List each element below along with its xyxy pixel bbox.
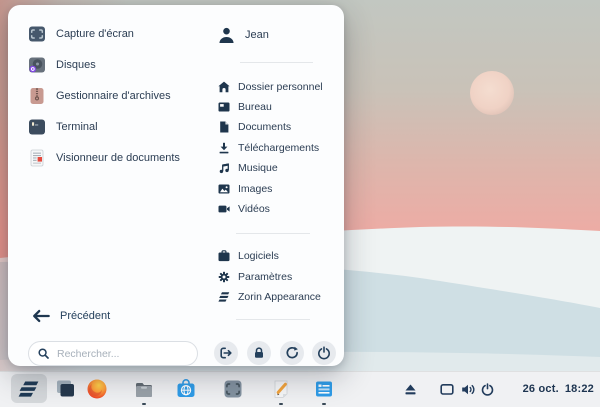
menu-item-label: Images — [238, 182, 273, 195]
windows-icon — [57, 380, 74, 397]
menu-item-label: Capture d'écran — [56, 28, 134, 40]
menu-item-label: Documents — [238, 120, 292, 133]
logout-button[interactable] — [214, 341, 238, 365]
divider — [236, 319, 310, 320]
menu-item-zorin-appearance[interactable]: Zorin Appearance — [218, 289, 321, 304]
image-icon — [218, 184, 230, 193]
terminal-app-icon — [29, 119, 45, 135]
menu-item-disks-app[interactable]: Disques — [28, 55, 96, 75]
eject-icon — [405, 384, 416, 394]
menu-item-document-viewer[interactable]: Visionneur de documents — [28, 148, 180, 168]
search-icon — [38, 348, 49, 359]
search-input[interactable] — [55, 346, 189, 361]
archive-app-icon — [30, 88, 44, 104]
tray-volume-button[interactable] — [461, 382, 476, 396]
taskbar-item-window-switcher[interactable] — [53, 377, 77, 401]
gear-icon — [218, 271, 230, 282]
menu-item-screenshot-app[interactable]: Capture d'écran — [28, 24, 134, 44]
menu-item-archive-manager[interactable]: Gestionnaire d'archives — [28, 86, 171, 106]
tray-eject-button[interactable] — [403, 382, 418, 396]
menu-item-label: Gestionnaire d'archives — [56, 90, 171, 102]
lock-button[interactable] — [247, 341, 271, 365]
clock-date: 26 oct. — [522, 383, 559, 395]
divider — [236, 233, 310, 234]
lock-icon — [255, 347, 263, 358]
text-editor-icon — [274, 380, 288, 398]
menu-item-label: Visionneur de documents — [56, 152, 180, 164]
menu-item-downloads[interactable]: Téléchargements — [218, 140, 319, 155]
search-field — [28, 341, 198, 366]
taskbar-item-screenshot-tool[interactable] — [221, 377, 245, 401]
taskbar-item-firefox[interactable] — [85, 377, 109, 401]
menu-item-label: Logiciels — [238, 249, 279, 262]
video-icon — [218, 205, 230, 212]
menu-item-desktop[interactable]: Bureau — [218, 99, 272, 114]
menu-item-pictures[interactable]: Images — [218, 181, 272, 196]
menu-item-label: Zorin Appearance — [238, 290, 321, 303]
menu-item-label: Vidéos — [238, 202, 270, 215]
display-icon — [439, 383, 454, 395]
screenshot-app-icon — [29, 26, 45, 42]
docviewer-app-icon — [30, 149, 44, 167]
user-name: Jean — [245, 29, 269, 41]
tray-display-button[interactable] — [439, 382, 454, 396]
menu-item-music[interactable]: Musique — [218, 160, 278, 175]
divider — [240, 62, 313, 63]
taskbar-item-zorin-menu[interactable] — [17, 377, 41, 401]
back-label: Précédent — [60, 309, 111, 322]
menu-item-settings[interactable]: Paramètres — [218, 269, 292, 284]
logout-icon — [220, 347, 232, 359]
taskbar-item-checklist[interactable] — [312, 377, 336, 401]
restart-icon — [286, 346, 298, 359]
screen: 26 oct. 18:22 Capture d'écran Disques Ge… — [0, 0, 600, 407]
menu-item-label: Disques — [56, 59, 96, 71]
folder-icon — [136, 383, 152, 397]
volume-icon — [462, 384, 475, 394]
menu-item-label: Dossier personnel — [238, 80, 323, 93]
taskbar-item-files[interactable] — [132, 377, 156, 401]
menu-item-videos[interactable]: Vidéos — [218, 201, 270, 216]
document-icon — [220, 121, 229, 132]
taskbar-item-text-editor[interactable] — [269, 377, 293, 401]
software-store-icon — [177, 379, 195, 397]
running-indicator-checklist — [322, 403, 326, 405]
menu-user[interactable]: Jean — [218, 23, 269, 47]
user-avatar-icon — [219, 27, 234, 43]
desktop-icon — [218, 102, 230, 111]
menu-item-documents[interactable]: Documents — [218, 119, 291, 134]
running-indicator-text-editor — [279, 403, 283, 405]
menu-item-label: Téléchargements — [238, 141, 320, 154]
menu-item-software[interactable]: Logiciels — [218, 248, 279, 263]
menu-item-terminal[interactable]: Terminal — [28, 117, 98, 137]
back-arrow-icon — [33, 309, 50, 322]
menu-item-label: Paramètres — [238, 270, 293, 283]
download-icon — [219, 142, 229, 153]
clock-time: 18:22 — [564, 383, 594, 395]
menu-item-label: Bureau — [238, 100, 272, 113]
menu-item-home[interactable]: Dossier personnel — [218, 79, 323, 94]
firefox-icon — [87, 379, 107, 399]
taskbar-clock[interactable]: 26 oct. 18:22 — [512, 371, 594, 407]
disks-app-icon — [29, 57, 45, 73]
power-icon — [481, 382, 494, 396]
shutdown-icon — [318, 346, 330, 360]
back-button[interactable]: Précédent — [32, 307, 110, 324]
zorin-app-menu: Capture d'écran Disques Gestionnaire d'a… — [8, 5, 344, 366]
zorin-logo-icon — [18, 381, 39, 397]
running-indicator-files — [142, 403, 146, 405]
restart-button[interactable] — [280, 341, 304, 365]
tray-power-button[interactable] — [480, 382, 495, 396]
zorin-appearance-icon — [218, 291, 230, 302]
briefcase-icon — [218, 249, 230, 261]
checklist-icon — [316, 381, 332, 397]
home-icon — [218, 81, 230, 92]
shutdown-button[interactable] — [312, 341, 336, 365]
menu-item-label: Terminal — [56, 121, 98, 133]
menu-item-label: Musique — [238, 161, 278, 174]
taskbar-item-software[interactable] — [174, 377, 198, 401]
music-icon — [219, 162, 229, 173]
screenshot-icon — [224, 380, 242, 398]
